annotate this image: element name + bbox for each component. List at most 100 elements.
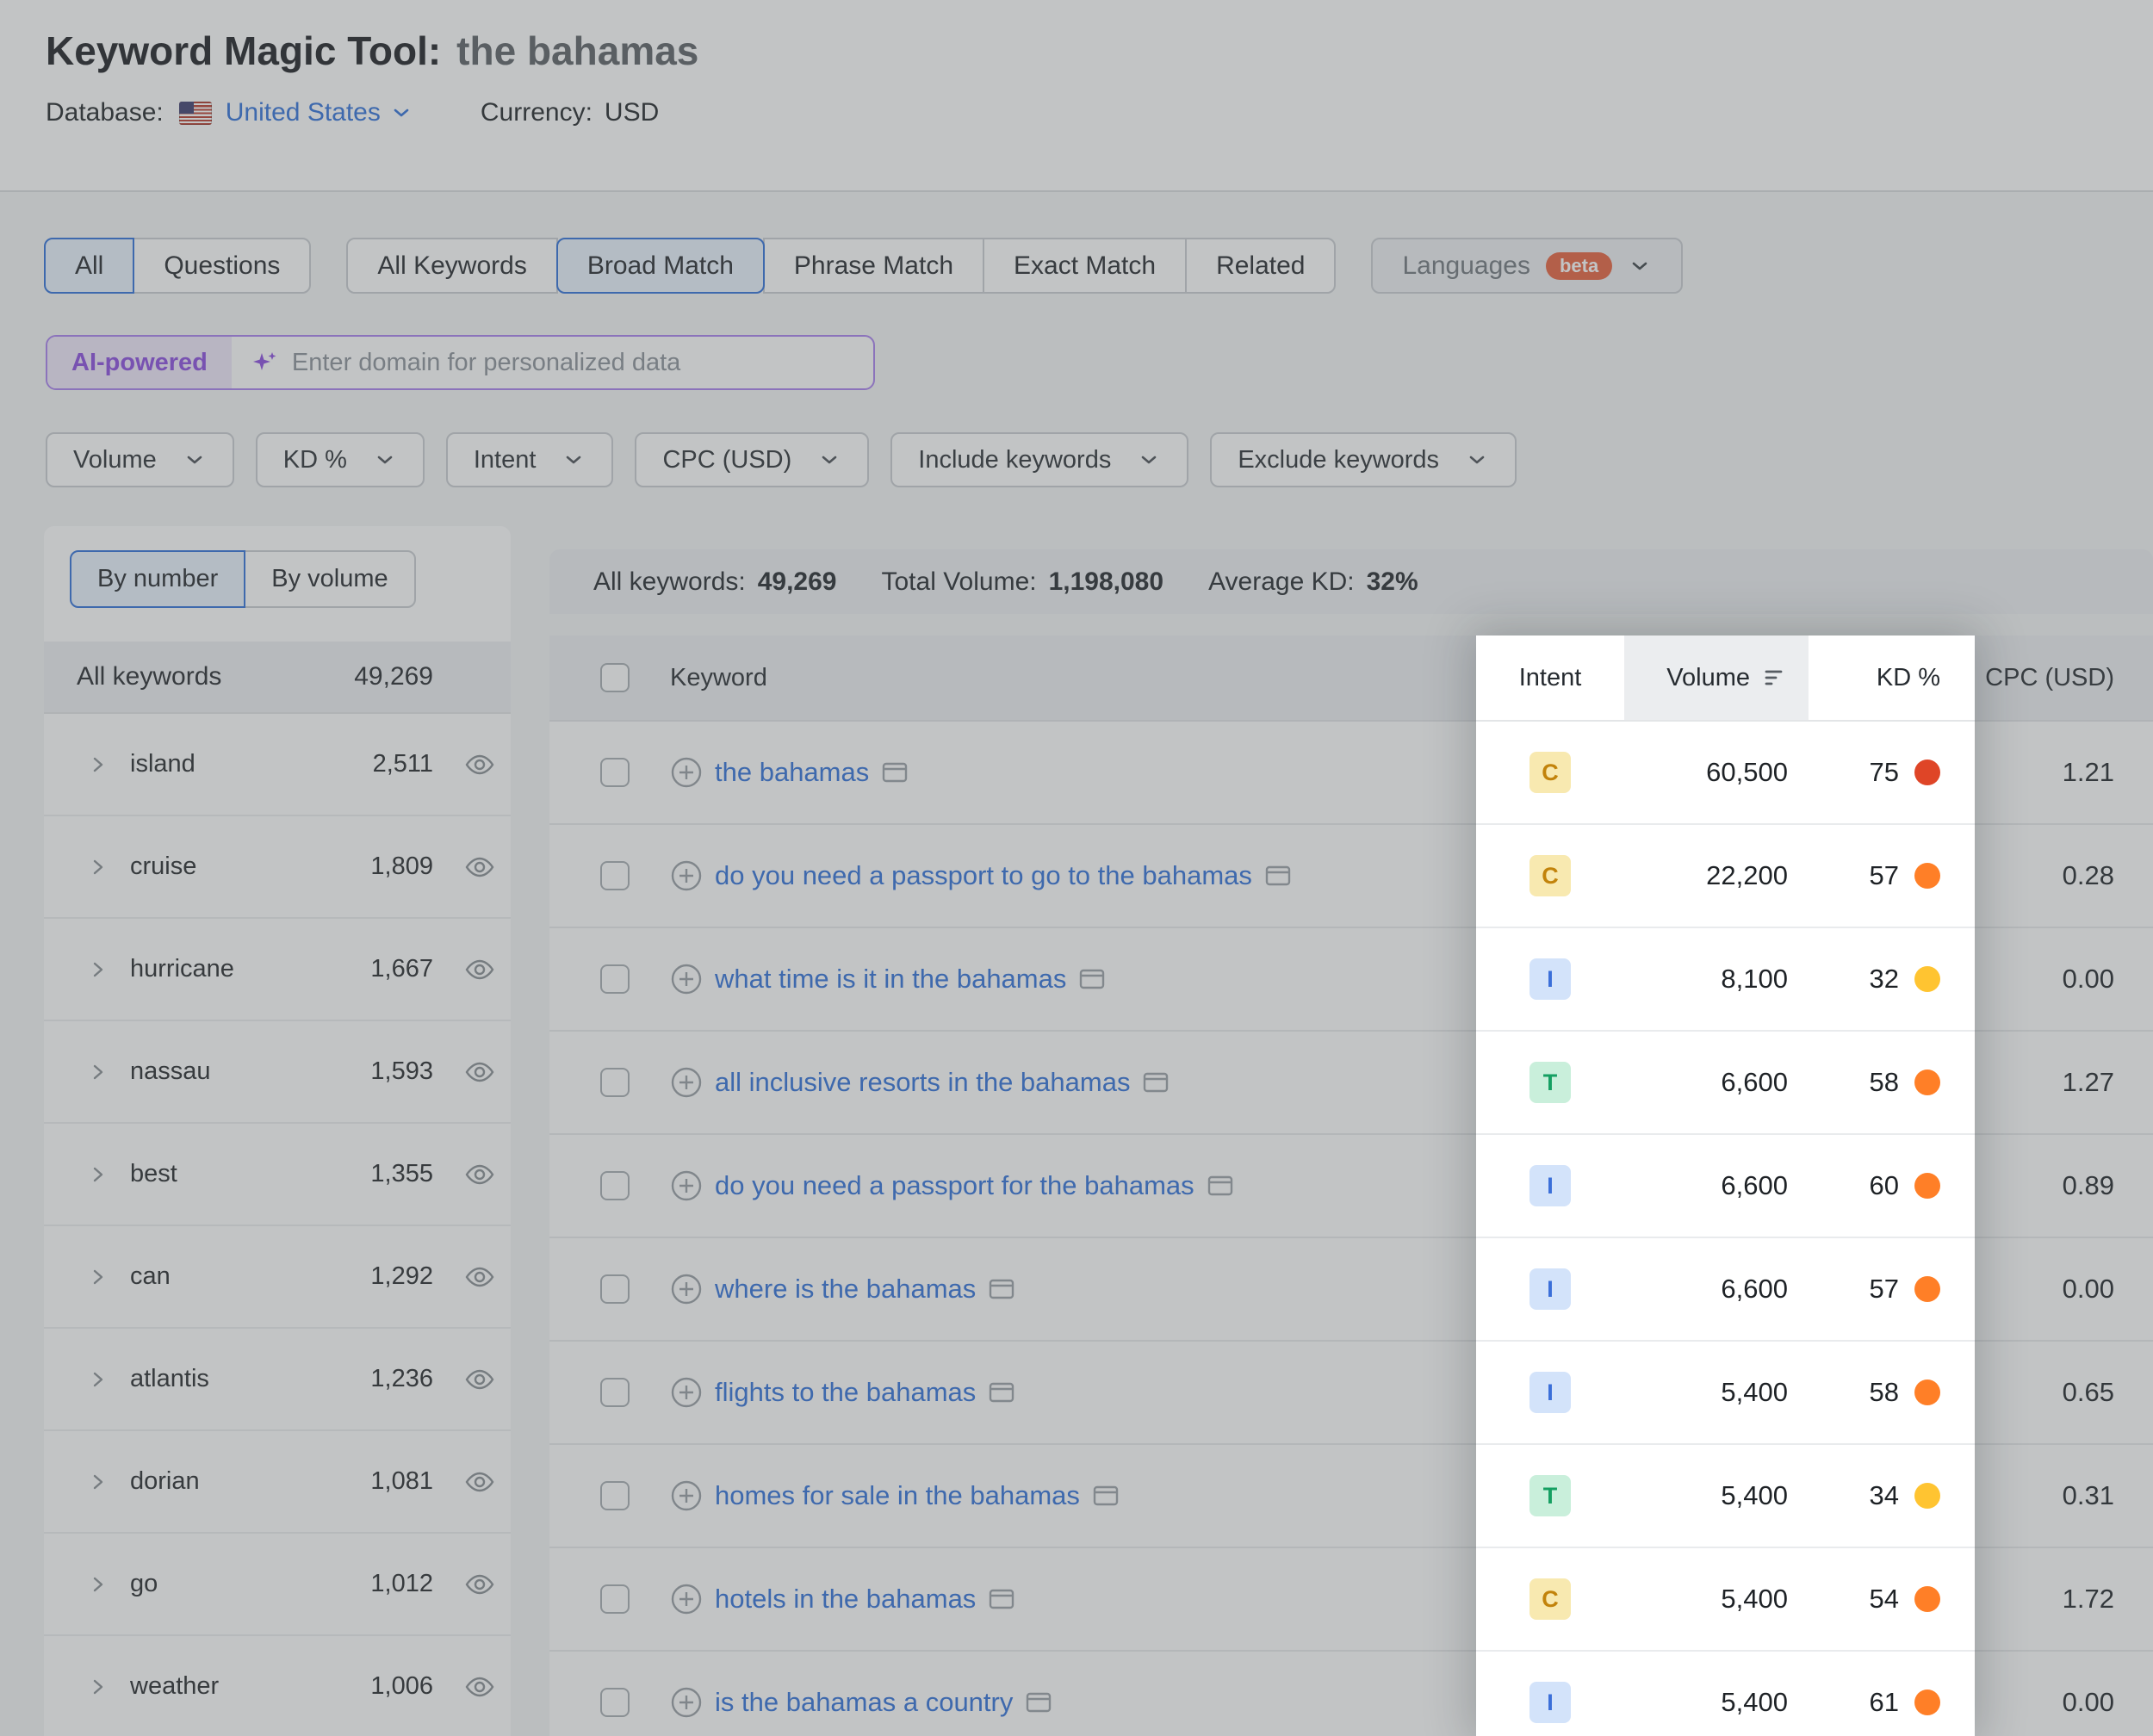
exclude-keywords-filter[interactable]: Exclude keywords — [1210, 432, 1517, 487]
eye-icon[interactable] — [464, 1368, 495, 1391]
row-checkbox[interactable] — [600, 758, 630, 787]
sidebar-group-nassau[interactable]: nassau 1,593 — [44, 1021, 511, 1124]
serp-icon[interactable] — [1092, 1482, 1120, 1510]
database-selector[interactable]: United States — [226, 98, 413, 127]
sidebar-group-island[interactable]: island 2,511 — [44, 714, 511, 816]
group-count: 1,081 — [370, 1467, 433, 1495]
keyword-link[interactable]: hotels in the bahamas — [715, 1584, 976, 1615]
add-keyword-icon[interactable] — [670, 1066, 703, 1099]
keyword-link[interactable]: homes for sale in the bahamas — [715, 1480, 1080, 1511]
add-keyword-icon[interactable] — [670, 1273, 703, 1305]
serp-icon[interactable] — [1025, 1689, 1052, 1716]
languages-dropdown[interactable]: Languages beta — [1371, 238, 1684, 294]
keyword-link[interactable]: flights to the bahamas — [715, 1377, 976, 1408]
intent-filter[interactable]: Intent — [445, 432, 614, 487]
chevron-right-icon — [93, 1269, 103, 1284]
add-keyword-icon[interactable] — [670, 1479, 703, 1512]
row-checkbox[interactable] — [600, 1688, 630, 1717]
keyword-link[interactable]: all inclusive resorts in the bahamas — [715, 1067, 1130, 1098]
eye-icon[interactable] — [464, 1676, 495, 1698]
all-keywords-row[interactable]: All keywords 49,269 — [44, 642, 511, 714]
group-label: cruise — [130, 852, 197, 880]
volume-filter[interactable]: Volume — [46, 432, 234, 487]
kd-filter[interactable]: KD % — [255, 432, 425, 487]
sidebar-group-cruise[interactable]: cruise 1,809 — [44, 816, 511, 919]
add-keyword-icon[interactable] — [670, 963, 703, 995]
ai-domain-control: AI-powered — [46, 335, 875, 390]
row-checkbox[interactable] — [600, 1378, 630, 1407]
by-number-toggle[interactable]: By number — [70, 550, 246, 608]
keyword-link[interactable]: the bahamas — [715, 757, 869, 788]
sidebar-group-atlantis[interactable]: atlantis 1,236 — [44, 1329, 511, 1431]
eye-icon[interactable] — [464, 1471, 495, 1493]
serp-icon[interactable] — [1142, 1069, 1170, 1096]
row-checkbox[interactable] — [600, 1584, 630, 1614]
col-volume-cell[interactable]: Volume — [1624, 636, 1809, 720]
add-keyword-icon[interactable] — [670, 1376, 703, 1409]
serp-icon[interactable] — [988, 1275, 1015, 1303]
sidebar-group-weather[interactable]: weather 1,006 — [44, 1636, 511, 1736]
keyword-link[interactable]: is the bahamas a country — [715, 1687, 1013, 1718]
row-checkbox[interactable] — [600, 1481, 630, 1510]
serp-icon[interactable] — [881, 759, 909, 786]
sidebar-group-best[interactable]: best 1,355 — [44, 1124, 511, 1226]
kd-value: 58 — [1869, 1067, 1899, 1097]
tab-related[interactable]: Related — [1185, 238, 1337, 294]
add-keyword-icon[interactable] — [670, 1583, 703, 1615]
domain-input-wrap — [232, 337, 873, 388]
tab-all[interactable]: All — [44, 238, 135, 294]
row-checkbox[interactable] — [600, 1068, 630, 1097]
tab-exact-match[interactable]: Exact Match — [983, 238, 1188, 294]
chevron-right-icon — [93, 1577, 103, 1591]
serp-icon[interactable] — [1078, 965, 1106, 993]
add-keyword-icon[interactable] — [670, 859, 703, 892]
add-keyword-icon[interactable] — [670, 1169, 703, 1202]
row-checkbox[interactable] — [600, 1171, 630, 1200]
sidebar-group-dorian[interactable]: dorian 1,081 — [44, 1431, 511, 1534]
col-keyword: Keyword — [670, 663, 767, 691]
eye-icon[interactable] — [464, 1266, 495, 1288]
eye-icon[interactable] — [464, 856, 495, 878]
cpc-value: 1.27 — [2062, 1067, 2114, 1097]
beta-badge: beta — [1545, 251, 1613, 280]
tab-questions[interactable]: Questions — [133, 238, 312, 294]
sidebar-group-go[interactable]: go 1,012 — [44, 1534, 511, 1636]
eye-icon[interactable] — [464, 958, 495, 981]
serp-icon[interactable] — [988, 1585, 1015, 1613]
row-checkbox[interactable] — [600, 861, 630, 890]
page-title: Keyword Magic Tool: the bahamas — [46, 28, 2153, 74]
serp-icon[interactable] — [1207, 1172, 1234, 1200]
cpc-filter[interactable]: CPC (USD) — [635, 432, 870, 487]
eye-icon[interactable] — [464, 1573, 495, 1596]
select-all-checkbox[interactable] — [600, 663, 630, 692]
tab-all-keywords[interactable]: All Keywords — [346, 238, 558, 294]
add-keyword-icon[interactable] — [670, 1686, 703, 1719]
tab-phrase-match[interactable]: Phrase Match — [762, 238, 985, 294]
serp-icon[interactable] — [988, 1379, 1015, 1406]
keyword-link[interactable]: where is the bahamas — [715, 1274, 976, 1305]
cpc-value: 0.00 — [2062, 964, 2114, 994]
domain-input[interactable] — [291, 348, 843, 377]
tab-broad-match[interactable]: Broad Match — [555, 238, 765, 294]
chevron-right-icon — [93, 1372, 103, 1386]
eye-icon[interactable] — [464, 1163, 495, 1186]
kd-value: 58 — [1869, 1377, 1899, 1407]
chevron-right-icon — [93, 859, 103, 874]
row-checkbox[interactable] — [600, 1274, 630, 1304]
volume-value: 8,100 — [1721, 964, 1788, 994]
intent-badge: C — [1529, 752, 1571, 793]
add-keyword-icon[interactable] — [670, 756, 703, 789]
keyword-link[interactable]: what time is it in the bahamas — [715, 964, 1066, 995]
sidebar-group-hurricane[interactable]: hurricane 1,667 — [44, 919, 511, 1021]
include-keywords-filter[interactable]: Include keywords — [890, 432, 1189, 487]
keyword-link[interactable]: do you need a passport for the bahamas — [715, 1170, 1194, 1201]
row-checkbox[interactable] — [600, 964, 630, 994]
by-volume-toggle[interactable]: By volume — [244, 550, 416, 608]
summary-bar: All keywords: 49,269 Total Volume: 1,198,0… — [549, 549, 2153, 614]
chevron-down-icon — [567, 456, 581, 464]
keyword-link[interactable]: do you need a passport to go to the baha… — [715, 860, 1252, 891]
eye-icon[interactable] — [464, 753, 495, 776]
eye-icon[interactable] — [464, 1061, 495, 1083]
serp-icon[interactable] — [1264, 862, 1292, 890]
sidebar-group-can[interactable]: can 1,292 — [44, 1226, 511, 1329]
